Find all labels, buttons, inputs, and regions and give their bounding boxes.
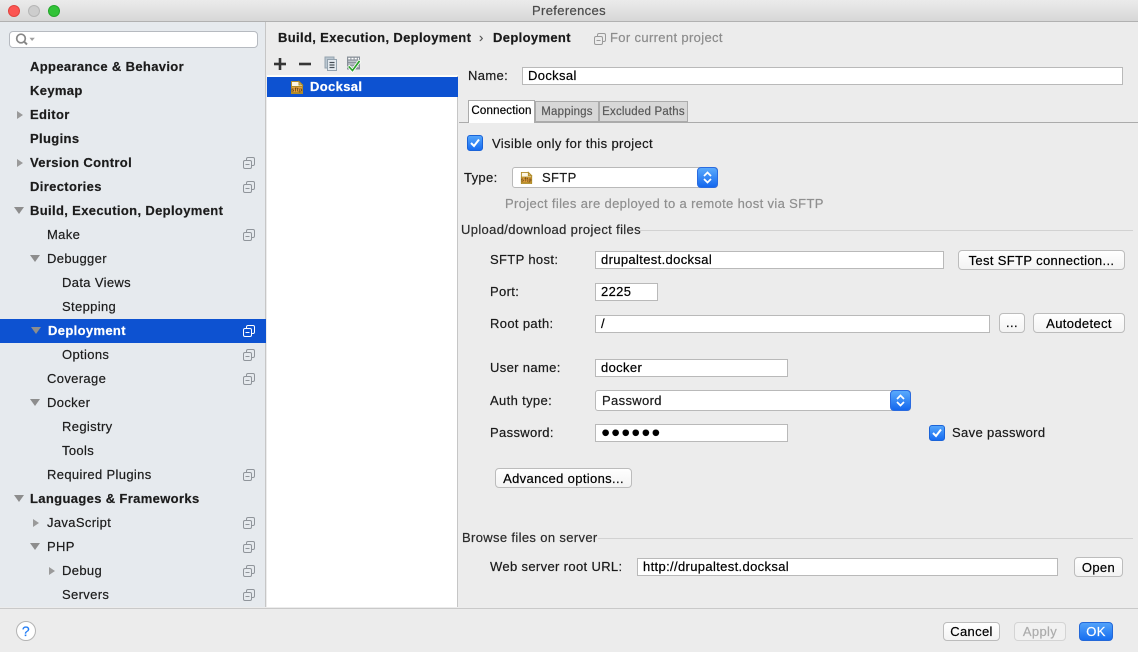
svg-text:sftp: sftp — [521, 178, 532, 184]
svg-text:sftp: sftp — [291, 87, 303, 93]
